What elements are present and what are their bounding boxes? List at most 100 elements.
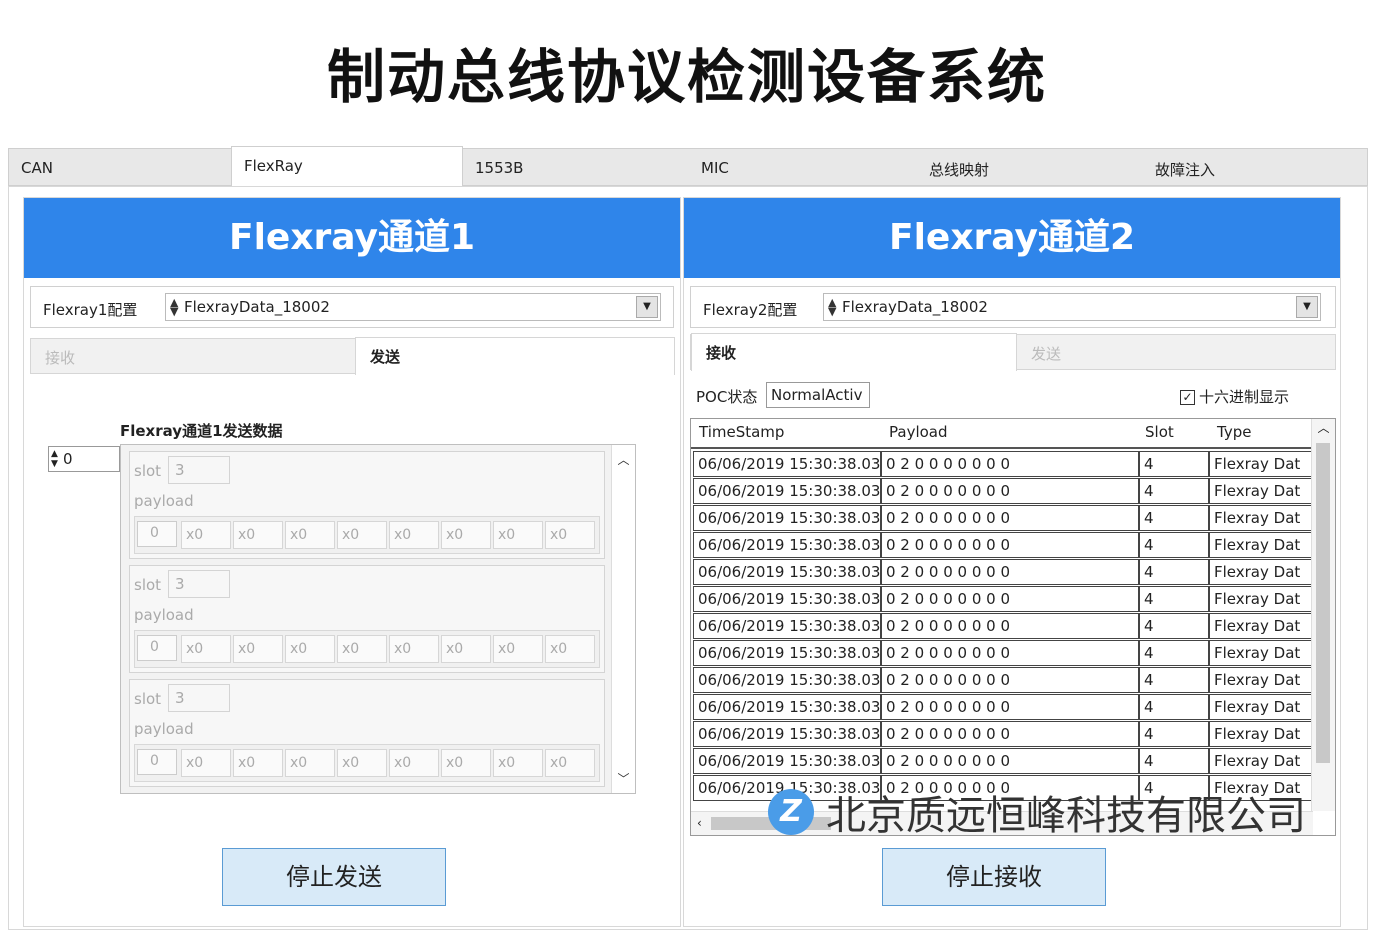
channel1-subtabs: 接收 发送 xyxy=(30,337,675,375)
send-array-scrollbar[interactable]: ︿ ﹀ xyxy=(611,445,635,793)
slot-input[interactable]: 3 xyxy=(168,570,230,598)
table-cell: 4 xyxy=(1139,586,1209,612)
payload-byte[interactable]: x0 xyxy=(389,749,439,777)
channel1-tab-send[interactable]: 发送 xyxy=(355,337,675,375)
payload-byte[interactable]: x0 xyxy=(233,521,283,549)
channel2-config-value: FlexrayData_18002 xyxy=(842,298,988,316)
io-name-icon: ▲ ▼ xyxy=(828,296,837,318)
payload-byte[interactable]: x0 xyxy=(493,749,543,777)
table-cell: 0 2 0 0 0 0 0 0 0 xyxy=(881,586,1139,612)
payload-index-stepper[interactable]: 0 xyxy=(137,521,177,547)
stop-send-button[interactable]: 停止发送 xyxy=(222,848,446,906)
table-cell: 4 xyxy=(1139,694,1209,720)
payload-byte[interactable]: x0 xyxy=(545,749,595,777)
channel1-array-index-stepper[interactable]: ▲ ▼ 0 xyxy=(48,446,120,472)
table-cell: Flexray Dat xyxy=(1209,559,1313,585)
payload-byte[interactable]: x0 xyxy=(285,749,335,777)
table-cell: 0 2 0 0 0 0 0 0 0 xyxy=(881,532,1139,558)
payload-byte[interactable]: x0 xyxy=(337,521,387,549)
payload-byte[interactable]: x0 xyxy=(441,635,491,663)
array-index-value: 0 xyxy=(63,450,73,468)
channel2-tab-send[interactable]: 发送 xyxy=(1017,335,1337,370)
payload-array: 0 x0 x0 x0 x0 x0 x0 x0 x0 xyxy=(134,744,600,782)
table-cell: 4 xyxy=(1139,451,1209,477)
chevron-down-icon[interactable]: ▼ xyxy=(636,296,658,318)
payload-byte[interactable]: x0 xyxy=(233,749,283,777)
table-cell: Flexray Dat xyxy=(1209,613,1313,639)
chevron-up-icon[interactable]: ︿ xyxy=(612,451,635,468)
payload-byte[interactable]: x0 xyxy=(181,521,231,549)
column-header-timestamp[interactable]: TimeStamp xyxy=(699,423,784,441)
tab-1553b[interactable]: 1553B xyxy=(463,149,689,186)
table-cell: 4 xyxy=(1139,613,1209,639)
payload-byte[interactable]: x0 xyxy=(389,635,439,663)
main-tab-bar: CAN FlexRay 1553B MIC 总线映射 故障注入 xyxy=(8,146,1368,187)
table-cell: 06/06/2019 15:30:38.03 xyxy=(693,451,881,477)
chevron-left-icon[interactable]: ‹ xyxy=(697,816,702,830)
slot-label: slot xyxy=(134,690,162,708)
channel1-tab-receive[interactable]: 接收 xyxy=(31,339,355,374)
scroll-thumb[interactable] xyxy=(1316,443,1330,763)
stop-receive-button[interactable]: 停止接收 xyxy=(882,848,1106,906)
table-cell: 06/06/2019 15:30:38.03 xyxy=(693,505,881,531)
table-cell: 06/06/2019 15:30:38.03 xyxy=(693,640,881,666)
table-cell: 0 2 0 0 0 0 0 0 0 xyxy=(881,748,1139,774)
poc-status-label: POC状态 xyxy=(696,388,758,406)
table-cell: 0 2 0 0 0 0 0 0 0 xyxy=(881,478,1139,504)
chevron-down-icon[interactable]: ▼ xyxy=(1296,296,1318,318)
table-header: TimeStamp Payload Slot Type xyxy=(691,419,1313,449)
tab-fault-injection[interactable]: 故障注入 xyxy=(1143,149,1367,186)
channel1-title: Flexray通道1 xyxy=(24,198,680,278)
slot-input[interactable]: 3 xyxy=(168,456,230,484)
tab-mic[interactable]: MIC xyxy=(689,149,917,186)
payload-byte[interactable]: x0 xyxy=(545,521,595,549)
table-cell: 0 2 0 0 0 0 0 0 0 xyxy=(881,559,1139,585)
payload-byte[interactable]: x0 xyxy=(545,635,595,663)
column-header-payload[interactable]: Payload xyxy=(889,423,948,441)
payload-byte[interactable]: x0 xyxy=(285,635,335,663)
column-header-type[interactable]: Type xyxy=(1217,423,1251,441)
hex-display-checkbox[interactable]: ✓ 十六进制显示 xyxy=(1180,386,1289,407)
checkmark-icon[interactable]: ✓ xyxy=(1180,390,1195,405)
slot-input[interactable]: 3 xyxy=(168,684,230,712)
tab-flexray[interactable]: FlexRay xyxy=(231,146,463,187)
channel1-config-select[interactable]: ▲ ▼ FlexrayData_18002 ▼ xyxy=(165,293,661,321)
column-header-slot[interactable]: Slot xyxy=(1145,423,1174,441)
channel1-config-row: Flexray1配置 ▲ ▼ FlexrayData_18002 ▼ xyxy=(30,286,674,328)
payload-byte[interactable]: x0 xyxy=(493,635,543,663)
chevron-up-icon[interactable]: ︿ xyxy=(1317,421,1329,435)
table-cell: 06/06/2019 15:30:38.03 xyxy=(693,559,881,585)
payload-byte[interactable]: x0 xyxy=(389,521,439,549)
table-cell: 06/06/2019 15:30:38.03 xyxy=(693,748,881,774)
payload-label: payload xyxy=(134,720,194,738)
payload-index-stepper[interactable]: 0 xyxy=(137,635,177,661)
table-cell: 4 xyxy=(1139,721,1209,747)
table-cell: 06/06/2019 15:30:38.03 xyxy=(693,478,881,504)
hex-display-label: 十六进制显示 xyxy=(1199,388,1290,406)
payload-byte[interactable]: x0 xyxy=(337,749,387,777)
table-cell: 06/06/2019 15:30:38.03 xyxy=(693,694,881,720)
table-cell: Flexray Dat xyxy=(1209,667,1313,693)
channel1-send-array: slot 3 payload 0 x0 x0 x0 x0 x0 x0 x0 x0… xyxy=(120,444,636,794)
send-cluster: slot 3 payload 0 x0 x0 x0 x0 x0 x0 x0 x0 xyxy=(129,679,605,787)
table-vertical-scrollbar[interactable]: ︿ xyxy=(1311,419,1335,811)
tab-can[interactable]: CAN xyxy=(9,149,231,186)
payload-byte[interactable]: x0 xyxy=(233,635,283,663)
payload-byte[interactable]: x0 xyxy=(181,749,231,777)
payload-byte[interactable]: x0 xyxy=(285,521,335,549)
payload-byte[interactable]: x0 xyxy=(493,521,543,549)
payload-byte[interactable]: x0 xyxy=(181,635,231,663)
payload-byte[interactable]: x0 xyxy=(441,521,491,549)
chevron-down-icon[interactable]: ﹀ xyxy=(612,770,635,787)
spinner-icon[interactable]: ▲ ▼ xyxy=(51,449,58,469)
table-cell: 4 xyxy=(1139,559,1209,585)
payload-byte[interactable]: x0 xyxy=(337,635,387,663)
tab-bus-mapping[interactable]: 总线映射 xyxy=(917,149,1143,186)
table-cell: 4 xyxy=(1139,478,1209,504)
table-cell: 4 xyxy=(1139,640,1209,666)
payload-index-stepper[interactable]: 0 xyxy=(137,749,177,775)
payload-byte[interactable]: x0 xyxy=(441,749,491,777)
table-cell: 4 xyxy=(1139,532,1209,558)
channel2-tab-receive[interactable]: 接收 xyxy=(691,333,1017,371)
channel2-config-select[interactable]: ▲ ▼ FlexrayData_18002 ▼ xyxy=(823,293,1321,321)
